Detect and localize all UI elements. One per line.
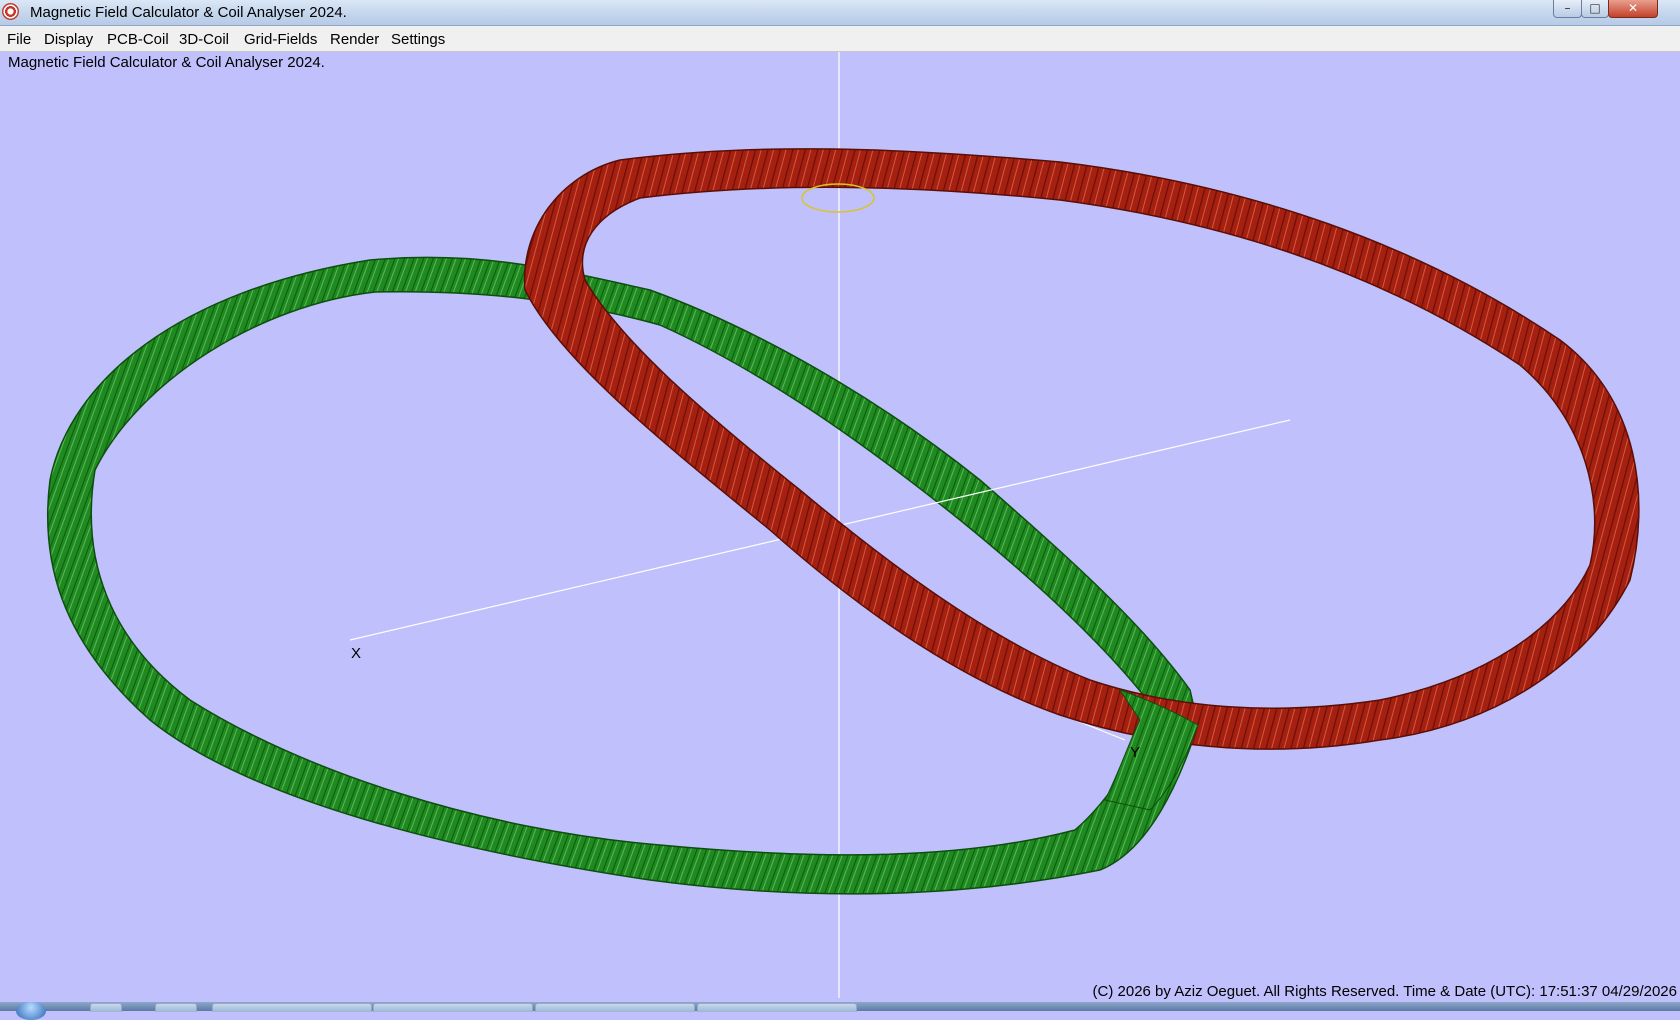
red-coil-band [523,148,1640,750]
menu-file[interactable]: File [7,31,31,48]
maximize-button[interactable]: □ [1581,0,1609,18]
minimize-button[interactable]: – [1553,0,1582,18]
menu-render[interactable]: Render [330,31,379,48]
3d-viewport[interactable]: X Y [0,52,1680,1000]
title-bar: Magnetic Field Calculator & Coil Analyse… [0,0,1680,26]
menu-grid-fields[interactable]: Grid-Fields [244,31,317,48]
menu-bar: File Display PCB-Coil 3D-Coil Grid-Field… [0,26,1680,52]
start-orb-icon[interactable] [16,1002,46,1020]
close-button[interactable]: ✕ [1608,0,1658,18]
menu-3d-coil[interactable]: 3D-Coil [179,31,229,48]
copyright-status-text: (C) 2026 by Aziz Oeguet. All Rights Rese… [1092,983,1677,1000]
app-icon[interactable] [2,3,19,20]
y-axis-label: Y [1130,744,1140,761]
taskbar [0,1002,1680,1020]
red-coil[interactable] [523,148,1640,750]
menu-display[interactable]: Display [44,31,93,48]
menu-pcb-coil[interactable]: PCB-Coil [107,31,169,48]
menu-settings[interactable]: Settings [391,31,445,48]
window-title: Magnetic Field Calculator & Coil Analyse… [30,4,347,21]
status-text-top: Magnetic Field Calculator & Coil Analyse… [8,54,325,71]
x-axis-label: X [351,645,361,662]
